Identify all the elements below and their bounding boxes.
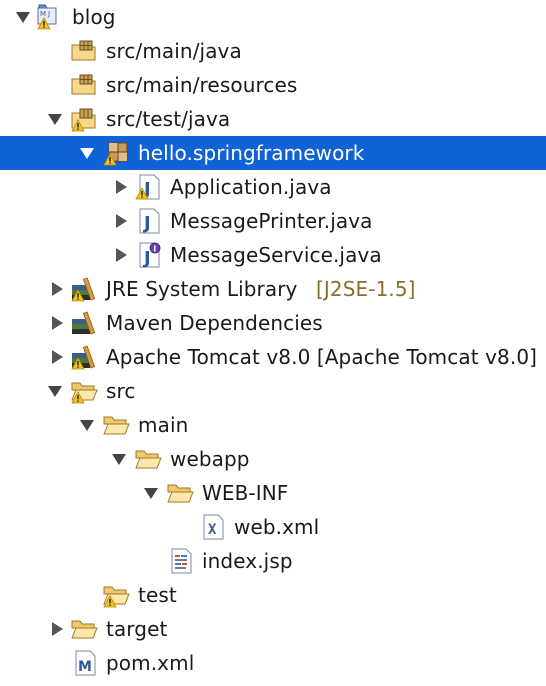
tree-row-webapp[interactable]: webapp [0,442,546,476]
tree-row-main[interactable]: main [0,408,546,442]
jsp-file-icon [171,548,192,574]
tree-row-jre-system-library[interactable]: JRE System Library [J2SE-1.5] [0,272,546,306]
tree-label: WEB-INF [202,481,289,505]
collapsed-arrow-icon[interactable] [48,620,66,638]
expanded-arrow-icon[interactable] [78,416,96,434]
tree-label: blog [72,5,116,29]
tree-label: Maven Dependencies [106,311,323,335]
tree-label: MessageService.java [170,243,382,267]
library-icon [72,311,96,335]
tree-row-apache-tomcat[interactable]: Apache Tomcat v8.0 [Apache Tomcat v8.0] [0,340,546,374]
tree-row-pom-xml[interactable]: M pom.xml [0,646,546,680]
tree-label: target [106,617,168,641]
tree-row-blog[interactable]: M J blog [0,0,546,34]
collapsed-arrow-icon[interactable] [48,280,66,298]
expanded-arrow-icon[interactable] [46,382,64,400]
tree-label: pom.xml [106,651,195,675]
package-warning-icon [103,142,128,166]
collapsed-arrow-icon[interactable] [112,212,130,230]
tree-label: MessagePrinter.java [170,209,373,233]
tree-label: src/main/java [106,39,242,63]
svg-text:I: I [153,244,156,253]
tree-row-web-xml[interactable]: X web.xml [0,510,546,544]
library-warning-icon [71,277,96,302]
folder-open-warning-icon [103,586,130,608]
expanded-arrow-icon[interactable] [78,144,96,162]
expanded-arrow-icon[interactable] [46,110,64,128]
tree-row-maven-dependencies[interactable]: Maven Dependencies [0,306,546,340]
source-folder-warning-icon [71,108,96,132]
tree-label: hello.springframework [138,141,365,165]
tree-label: main [138,413,189,437]
tree-row-messageprinter-java[interactable]: J MessagePrinter.java [0,204,546,238]
source-folder-icon [71,40,96,61]
tree-label: Application.java [170,175,332,199]
tree-label: src/main/resources [106,73,298,97]
svg-text:J: J [47,10,50,18]
java-interface-icon: J I [139,242,161,268]
expanded-arrow-icon[interactable] [14,8,32,26]
tree-row-src-main-resources[interactable]: src/main/resources [0,68,546,102]
java-class-icon: J [139,208,160,234]
tree-row-target[interactable]: target [0,612,546,646]
tree-label: web.xml [234,515,320,539]
collapsed-arrow-icon[interactable] [48,314,66,332]
tree-row-web-inf[interactable]: WEB-INF [0,476,546,510]
tree-row-index-jsp[interactable]: index.jsp [0,544,546,578]
tree-row-src[interactable]: src [0,374,546,408]
svg-text:J: J [142,248,151,268]
tree-row-src-test-java[interactable]: src/test/java [0,102,546,136]
tree-label-decoration: [J2SE-1.5] [316,277,416,301]
folder-open-icon [135,450,162,469]
svg-text:X: X [208,522,217,538]
collapsed-arrow-icon[interactable] [48,348,66,366]
collapsed-arrow-icon[interactable] [112,178,130,196]
tree-label: Apache Tomcat v8.0 [Apache Tomcat v8.0] [106,345,538,369]
tree-label: JRE System Library [106,277,298,301]
project-explorer-tree[interactable]: M J blog src/main/java src/main/resource… [0,0,546,686]
folder-open-warning-icon [71,382,98,404]
tree-label: webapp [170,447,250,471]
java-class-warning-icon: J [135,174,160,200]
tree-label: src [106,379,136,403]
svg-text:M: M [40,10,46,18]
folder-open-icon [167,484,194,503]
collapsed-arrow-icon[interactable] [112,246,130,264]
tree-label: index.jsp [202,549,293,573]
svg-text:M: M [78,659,92,675]
svg-text:J: J [142,213,151,234]
tree-row-test[interactable]: test [0,578,546,612]
xml-file-icon: X [203,514,224,540]
tree-row-application-java[interactable]: J Application.java [0,170,546,204]
tree-row-messageservice-java[interactable]: J I MessageService.java [0,238,546,272]
tree-label: test [138,583,177,607]
tree-row-src-main-java[interactable]: src/main/java [0,34,546,68]
tree-row-hello-springframework[interactable]: hello.springframework [0,136,546,170]
tree-label: src/test/java [106,107,231,131]
source-folder-icon [71,74,96,95]
library-warning-icon [71,345,96,370]
expanded-arrow-icon[interactable] [142,484,160,502]
maven-pom-icon: M [75,650,96,676]
maven-project-warning-icon: M J [37,4,57,30]
folder-icon [71,620,98,639]
folder-open-icon [103,416,130,435]
expanded-arrow-icon[interactable] [110,450,128,468]
